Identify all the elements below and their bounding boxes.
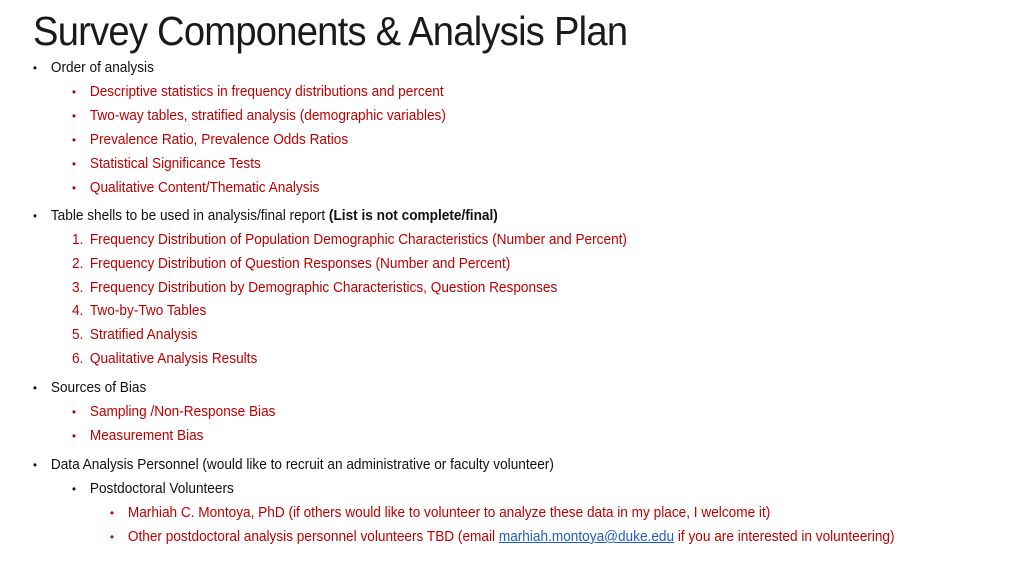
list-item-text: Qualitative Content/Thematic Analysis bbox=[89, 180, 320, 196]
list-item: • Statistical Significance Tests bbox=[72, 156, 261, 172]
numbered-item-text: Frequency Distribution of Question Respo… bbox=[89, 256, 511, 272]
list-item-text: if you are interested in volunteering) bbox=[674, 529, 895, 545]
list-item: • Sampling /Non-Response Bias bbox=[72, 404, 275, 420]
item-number: 2. bbox=[72, 256, 84, 272]
item-number: 1. bbox=[72, 232, 84, 248]
sub-bullet-postdoctoral-volunteers: • Postdoctoral Volunteers bbox=[72, 481, 234, 497]
bullet-icon: • bbox=[72, 109, 76, 123]
item-number: 3. bbox=[72, 280, 84, 296]
numbered-item: 5. Stratified Analysis bbox=[72, 327, 197, 343]
list-item: • Measurement Bias bbox=[72, 428, 203, 444]
list-item-text: Prevalence Ratio, Prevalence Odds Ratios bbox=[89, 132, 349, 148]
numbered-item: 1. Frequency Distribution of Population D… bbox=[72, 232, 627, 248]
numbered-item-text: Frequency Distribution of Population Dem… bbox=[89, 232, 627, 248]
bullet-data-analysis-personnel: • Data Analysis Personnel (would like to … bbox=[33, 457, 554, 473]
list-item-text: Two-way tables, stratified analysis (dem… bbox=[89, 108, 446, 124]
numbered-item: 3. Frequency Distribution by Demographic … bbox=[72, 280, 557, 296]
slide-title: Survey Components & Analysis Plan bbox=[33, 8, 628, 54]
list-item-text: Statistical Significance Tests bbox=[89, 156, 261, 172]
bullet-text: Table shells to be used in analysis/fina… bbox=[50, 208, 329, 224]
list-item-text: Marhiah C. Montoya, PhD (if others would… bbox=[127, 505, 771, 521]
bullet-icon: • bbox=[72, 133, 76, 147]
bullet-icon: • bbox=[72, 157, 76, 171]
list-item-text: Measurement Bias bbox=[89, 428, 204, 444]
bullet-icon: • bbox=[72, 181, 76, 195]
bullet-icon: • bbox=[72, 482, 76, 496]
bullet-sources-of-bias: • Sources of Bias bbox=[33, 380, 146, 396]
list-item: • Two-way tables, stratified analysis (de… bbox=[72, 108, 446, 124]
bullet-icon: • bbox=[72, 405, 76, 419]
bullet-note: (List is not complete/final) bbox=[328, 208, 498, 224]
numbered-item: 4. Two-by-Two Tables bbox=[72, 303, 206, 319]
bullet-icon: • bbox=[72, 429, 76, 443]
bullet-text: Sources of Bias bbox=[50, 380, 147, 396]
slide: Survey Components & Analysis Plan • Order… bbox=[0, 0, 1024, 576]
item-number: 6. bbox=[72, 351, 84, 367]
numbered-item-text: Stratified Analysis bbox=[89, 327, 198, 343]
bullet-icon: • bbox=[33, 458, 37, 472]
numbered-item: 6. Qualitative Analysis Results bbox=[72, 351, 257, 367]
list-item-text: Descriptive statistics in frequency dist… bbox=[89, 84, 444, 100]
list-item-text: Other postdoctoral analysis personnel vo… bbox=[127, 529, 499, 545]
list-item: • Other postdoctoral analysis personnel v… bbox=[110, 529, 895, 545]
numbered-item-text: Frequency Distribution by Demographic Ch… bbox=[89, 280, 558, 296]
item-number: 4. bbox=[72, 303, 84, 319]
bullet-text: Order of analysis bbox=[50, 60, 154, 76]
bullet-order-of-analysis: • Order of analysis bbox=[33, 60, 154, 76]
list-item-text: Sampling /Non-Response Bias bbox=[89, 404, 276, 420]
bullet-icon: • bbox=[33, 381, 37, 395]
bullet-icon: • bbox=[110, 506, 114, 520]
bullet-icon: • bbox=[33, 209, 37, 223]
list-item: • Prevalence Ratio, Prevalence Odds Ratio… bbox=[72, 132, 348, 148]
numbered-item-text: Qualitative Analysis Results bbox=[89, 351, 258, 367]
bullet-icon: • bbox=[33, 61, 37, 75]
bullet-icon: • bbox=[110, 530, 114, 544]
list-item: • Marhiah C. Montoya, PhD (if others woul… bbox=[110, 505, 770, 521]
bullet-text: Data Analysis Personnel (would like to r… bbox=[50, 457, 554, 473]
list-item: • Qualitative Content/Thematic Analysis bbox=[72, 180, 319, 196]
numbered-item: 2. Frequency Distribution of Question Res… bbox=[72, 256, 510, 272]
numbered-item-text: Two-by-Two Tables bbox=[89, 303, 207, 319]
item-number: 5. bbox=[72, 327, 84, 343]
email-link[interactable]: marhiah.montoya@duke.edu bbox=[499, 529, 674, 545]
sub-bullet-text: Postdoctoral Volunteers bbox=[89, 481, 234, 497]
bullet-table-shells: • Table shells to be used in analysis/fin… bbox=[33, 208, 498, 224]
bullet-icon: • bbox=[72, 85, 76, 99]
list-item: • Descriptive statistics in frequency dis… bbox=[72, 84, 444, 100]
